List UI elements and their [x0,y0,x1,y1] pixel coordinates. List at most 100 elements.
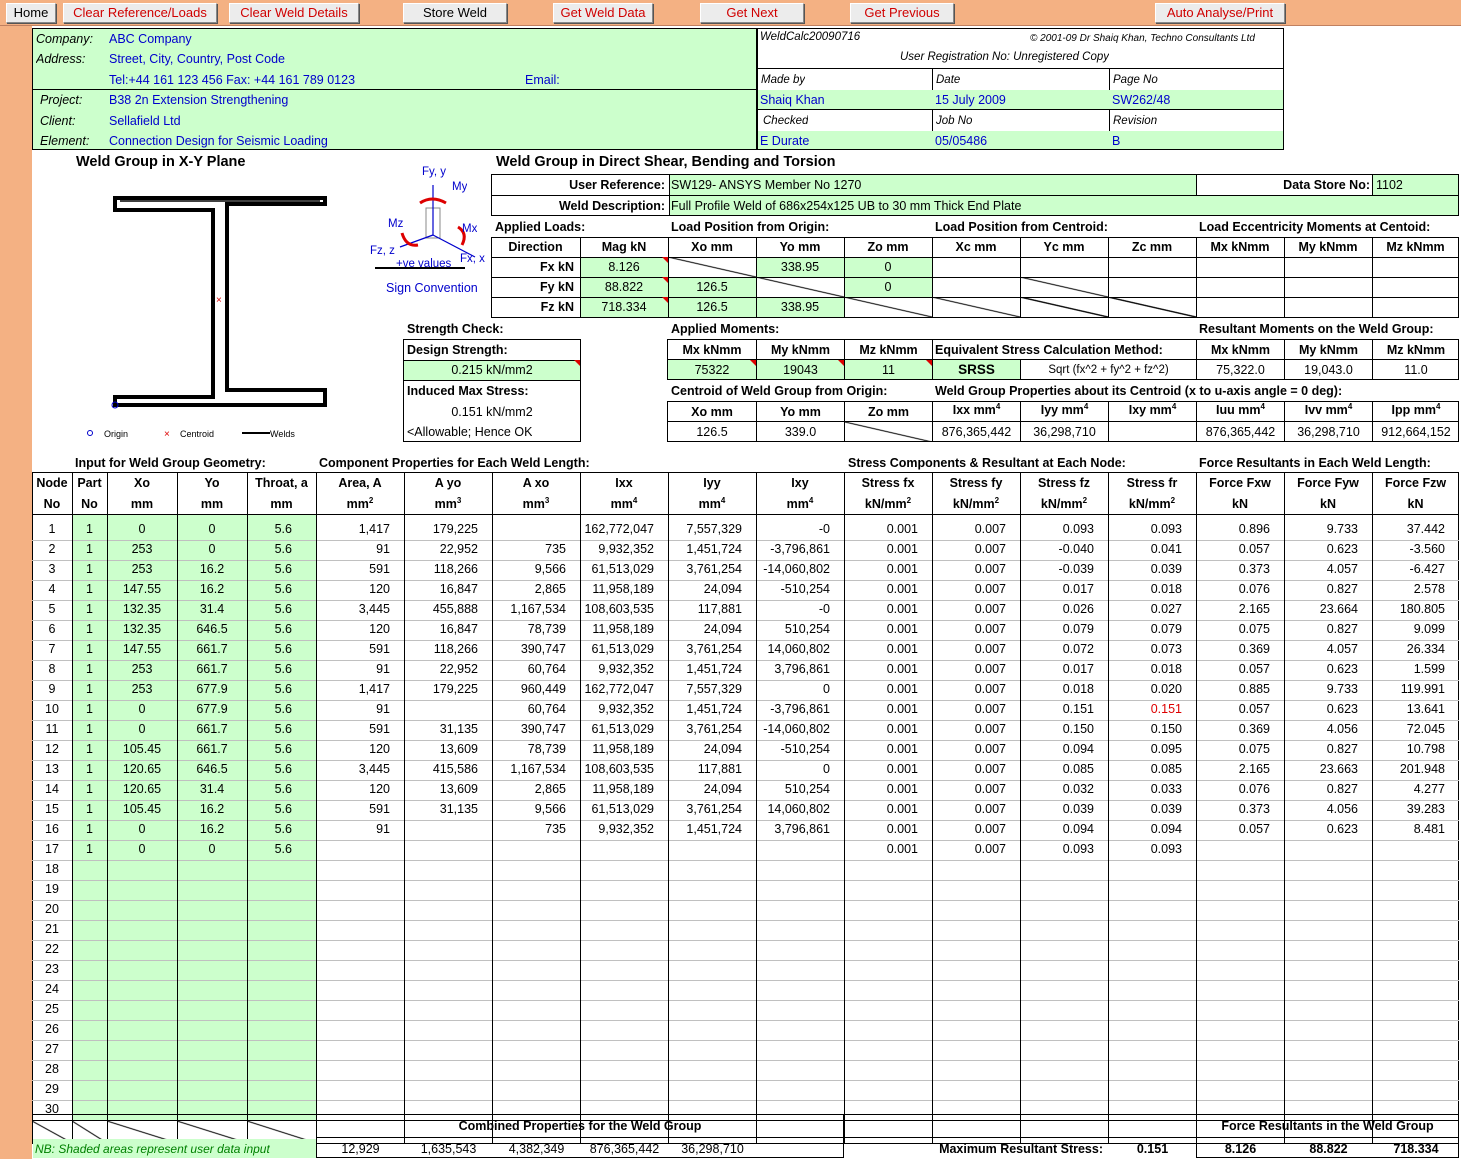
table-cell[interactable]: 5.6 [247,639,292,659]
table-cell[interactable]: 1 [72,739,107,759]
applied-mx-value[interactable]: 75322 [668,360,756,380]
design-strength-value[interactable]: 0.215 kN/mm2 [404,360,580,380]
client-value[interactable]: Sellafield Ltd [109,111,181,131]
job-value[interactable]: 05/05486 [935,131,987,151]
user-reference-value[interactable]: SW129- ANSYS Member No 1270 [671,175,861,195]
revision-value[interactable]: B [1112,131,1120,151]
table-cell[interactable]: 31.4 [177,779,247,799]
table-cell[interactable]: 253 [107,679,177,699]
table-cell[interactable]: 5.6 [247,559,292,579]
table-cell[interactable]: 1 [72,759,107,779]
table-cell[interactable]: 132.35 [107,619,177,639]
table-cell[interactable]: 1 [72,619,107,639]
table-cell[interactable]: 105.45 [107,799,177,819]
load-grid-cell[interactable]: 126.5 [668,297,756,317]
table-cell[interactable]: 5.6 [247,819,292,839]
table-cell[interactable]: 253 [107,539,177,559]
table-cell[interactable]: 0 [107,839,177,859]
clear-reference-loads-button[interactable]: Clear Reference/Loads [63,3,217,23]
get-next-button[interactable]: Get Next [700,3,804,23]
table-cell[interactable]: 5.6 [247,599,292,619]
table-cell[interactable]: 5.6 [247,719,292,739]
load-grid-cell[interactable]: 126.5 [668,277,756,297]
get-weld-data-button[interactable]: Get Weld Data [553,3,653,23]
table-cell[interactable]: 1 [72,779,107,799]
applied-mz-value[interactable]: 11 [845,360,932,380]
table-cell[interactable]: 677.9 [177,679,247,699]
table-cell[interactable]: 31.4 [177,599,247,619]
table-cell[interactable]: 677.9 [177,699,247,719]
table-cell[interactable]: 253 [107,659,177,679]
table-cell[interactable]: 5.6 [247,679,292,699]
table-cell[interactable]: 1 [72,639,107,659]
table-cell[interactable]: 16.2 [177,559,247,579]
datastore-value[interactable]: 1102 [1376,175,1403,195]
load-grid-cell[interactable]: 338.95 [756,297,844,317]
table-cell[interactable]: 1 [72,819,107,839]
applied-my-value[interactable]: 19043 [757,360,844,380]
table-cell[interactable]: 5.6 [247,699,292,719]
table-cell[interactable]: 0 [177,519,247,539]
element-value[interactable]: Connection Design for Seismic Loading [109,131,328,151]
table-cell[interactable]: 5.6 [247,619,292,639]
table-cell[interactable]: 1 [72,519,107,539]
table-cell[interactable]: 5.6 [247,659,292,679]
email-label[interactable]: Email: [525,70,560,90]
table-cell[interactable]: 5.6 [247,779,292,799]
table-cell[interactable]: 661.7 [177,659,247,679]
table-cell[interactable]: 1 [72,659,107,679]
table-cell[interactable]: 1 [72,839,107,859]
table-cell[interactable]: 1 [72,539,107,559]
load-grid-cell[interactable]: 8.126 [580,257,668,277]
table-cell[interactable]: 120.65 [107,779,177,799]
load-grid-cell[interactable]: 338.95 [756,257,844,277]
table-cell[interactable]: 5.6 [247,579,292,599]
address-value[interactable]: Street, City, Country, Post Code [109,49,285,69]
table-cell[interactable]: 5.6 [247,759,292,779]
table-cell[interactable]: 0 [107,519,177,539]
srss-method[interactable]: SRSS [933,360,1020,380]
table-cell[interactable]: 0 [107,699,177,719]
load-grid-cell[interactable]: 88.822 [580,277,668,297]
table-cell[interactable]: 646.5 [177,619,247,639]
store-weld-button[interactable]: Store Weld [403,3,507,23]
load-grid-cell[interactable]: 718.334 [580,297,668,317]
clear-weld-details-button[interactable]: Clear Weld Details [229,3,359,23]
table-cell[interactable]: 1 [72,699,107,719]
page-value[interactable]: SW262/48 [1112,90,1170,110]
made-by-value[interactable]: Shaiq Khan [760,90,825,110]
table-cell[interactable]: 5.6 [247,539,292,559]
table-cell[interactable]: 661.7 [177,719,247,739]
table-cell[interactable]: 16.2 [177,799,247,819]
table-cell[interactable]: 0 [177,539,247,559]
table-cell[interactable]: 0 [107,819,177,839]
table-cell[interactable]: 253 [107,559,177,579]
table-cell[interactable]: 1 [72,579,107,599]
date-value[interactable]: 15 July 2009 [935,90,1006,110]
load-grid-cell[interactable]: 0 [844,277,932,297]
table-cell[interactable]: 1 [72,719,107,739]
table-cell[interactable]: 16.2 [177,819,247,839]
table-cell[interactable]: 0 [177,839,247,859]
table-cell[interactable]: 661.7 [177,739,247,759]
table-cell[interactable]: 1 [72,599,107,619]
table-cell[interactable]: 147.55 [107,639,177,659]
checked-value[interactable]: E Durate [760,131,809,151]
table-cell[interactable]: 1 [72,799,107,819]
get-previous-button[interactable]: Get Previous [850,3,954,23]
table-cell[interactable]: 5.6 [247,839,292,859]
table-cell[interactable]: 5.6 [247,519,292,539]
tel-fax-value[interactable]: Tel:+44 161 123 456 Fax: +44 161 789 012… [109,70,355,90]
home-button[interactable]: Home [6,3,56,23]
table-cell[interactable]: 147.55 [107,579,177,599]
table-cell[interactable]: 5.6 [247,739,292,759]
table-cell[interactable]: 16.2 [177,579,247,599]
weld-description-value[interactable]: Full Profile Weld of 686x254x125 UB to 3… [671,196,1021,216]
table-cell[interactable]: 0 [107,719,177,739]
table-cell[interactable]: 1 [72,559,107,579]
table-cell[interactable]: 1 [72,679,107,699]
table-cell[interactable]: 120.65 [107,759,177,779]
table-cell[interactable]: 646.5 [177,759,247,779]
table-cell[interactable]: 661.7 [177,639,247,659]
project-value[interactable]: B38 2n Extension Strengthening [109,90,288,110]
